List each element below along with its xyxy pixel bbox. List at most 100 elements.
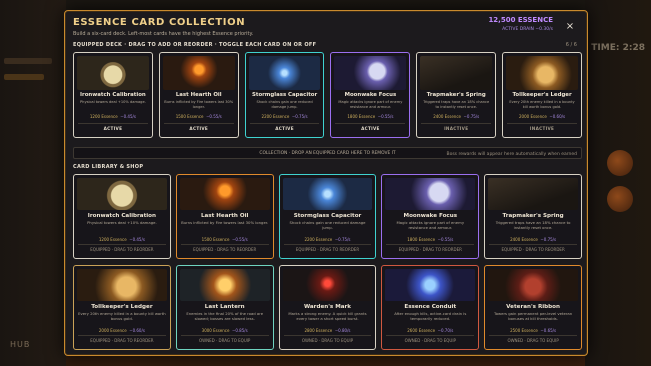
essence-card-modal: ESSENCE CARD COLLECTION Build a six-card… (64, 10, 588, 356)
card-name: Veteran's Ribbon (506, 304, 561, 310)
card-price: 2600 Essence −0.70/s (382, 328, 478, 333)
card-description: Triggered traps have an 18% chance to in… (423, 100, 490, 109)
card-drain: −0.45/s (120, 114, 136, 119)
card-art-oil-icon (179, 178, 270, 210)
left-bar (4, 58, 52, 64)
modal-title: ESSENCE CARD COLLECTION (73, 17, 246, 28)
card-cost: 3000 Essence (201, 328, 230, 333)
card-price: 2200 Essence −0.75/s (280, 237, 376, 242)
card-description: Physical towers deal +10% damage. (87, 220, 157, 225)
card-toggle[interactable]: ACTIVE (249, 123, 320, 133)
card-art-moon-icon (385, 178, 476, 210)
card-price: 1800 Essence −0.55/s (382, 237, 478, 242)
card-library: Ironwatch Calibration Physical towers dea… (73, 174, 582, 350)
card-description: Enemies in the final 20% of the road are… (186, 311, 264, 321)
card-art-clock-icon (77, 56, 149, 90)
card-description: Shock chains gain one reduced damage jum… (256, 100, 313, 109)
card-cost: 1800 Essence (407, 237, 436, 242)
equipped-card-stormglass-capacitor[interactable]: Stormglass Capacitor Shock chains gain on… (244, 52, 325, 138)
card-art-lantern-icon (179, 269, 270, 301)
card-drain: −0.85/s (232, 328, 248, 333)
active-drain: ACTIVE DRAIN −0.30/s (502, 27, 553, 32)
card-price: 2400 Essence −0.75/s (485, 237, 581, 242)
timer-text: TIME: 2:28 (591, 43, 645, 53)
card-art-trap-icon (488, 178, 578, 210)
library-card-veteran-s-ribbon[interactable]: Veteran's Ribbon Towers gain permanent pe… (484, 265, 582, 350)
card-name: Moonwake Focus (403, 213, 458, 219)
left-side-panel: HUB (0, 0, 66, 366)
card-name: Last Hearth Oil (175, 92, 222, 98)
card-cost: 2400 Essence (510, 237, 538, 242)
card-name: Trapmaker's Spring (426, 92, 486, 98)
card-toggle[interactable]: INACTIVE (421, 123, 492, 133)
card-drain: −0.75/s (334, 237, 351, 242)
card-status: EQUIPPED · DRAG TO REORDER (78, 335, 166, 345)
library-card-last-hearth-oil[interactable]: Last Hearth Oil Burns inflicted by Fire t… (175, 174, 274, 259)
library-section-label: CARD LIBRARY & SHOP (73, 164, 144, 170)
card-description: Marks a strong enemy. A quick kill grant… (288, 311, 367, 321)
card-cost: 1500 Essence (201, 237, 230, 242)
card-art-trap-icon (420, 56, 493, 90)
card-status: OWNED · DRAG TO EQUIP (489, 335, 577, 345)
card-drain: −0.55/s (232, 237, 248, 242)
equipped-count: 6 / 6 (565, 42, 577, 48)
card-price: 2400 Essence −0.75/s (417, 114, 495, 119)
card-toggle[interactable]: ACTIVE (335, 123, 406, 133)
library-card-warden-s-mark[interactable]: Warden's Mark Marks a strong enemy. A qui… (278, 265, 377, 350)
library-note: Boss rewards will appear here automatica… (446, 152, 578, 157)
library-card-stormglass-capacitor[interactable]: Stormglass Capacitor Shock chains gain on… (278, 174, 377, 259)
library-card-tollkeeper-s-ledger[interactable]: Tollkeeper's Ledger Every 20th enemy kill… (73, 265, 171, 350)
card-drain: −0.75/s (463, 114, 480, 119)
card-cost: 2000 Essence (98, 328, 127, 333)
card-price: 1500 Essence −0.55/s (177, 237, 273, 242)
card-drain: −0.70/s (437, 328, 454, 333)
orb-icon (607, 186, 633, 212)
card-description: Burns inflicted by Fire towers last 30% … (181, 220, 269, 225)
card-cost: 2200 Essence (261, 114, 290, 119)
equipped-card-last-hearth-oil[interactable]: Last Hearth Oil Burns inflicted by Fire t… (158, 52, 239, 138)
card-cost: 2500 Essence (510, 328, 538, 333)
card-status: EQUIPPED · DRAG TO REORDER (180, 244, 269, 254)
card-toggle[interactable]: ACTIVE (163, 123, 234, 133)
card-price: 3000 Essence −0.85/s (177, 328, 273, 333)
card-price: 2500 Essence −0.65/s (485, 328, 581, 333)
library-card-last-lantern[interactable]: Last Lantern Enemies in the final 20% of … (175, 265, 274, 350)
library-card-trapmaker-s-spring[interactable]: Trapmaker's Spring Triggered traps have a… (484, 174, 582, 259)
equipped-section-label: EQUIPPED DECK · DRAG TO ADD OR REORDER ·… (73, 42, 317, 48)
card-status: OWNED · DRAG TO EQUIP (283, 335, 372, 345)
card-description: Magic attacks ignore part of enemy resis… (338, 100, 403, 109)
card-drain: −0.75/s (540, 237, 557, 242)
card-cost: 2000 Essence (519, 114, 547, 119)
card-status: EQUIPPED · DRAG TO REORDER (386, 244, 475, 254)
library-card-essence-conduit[interactable]: Essence Conduit After enough kills, activ… (381, 265, 480, 350)
card-drain: −0.55/s (437, 237, 454, 242)
equipped-card-trapmaker-s-spring[interactable]: Trapmaker's Spring Triggered traps have a… (416, 52, 497, 138)
library-card-ironwatch-calibration[interactable]: Ironwatch Calibration Physical towers dea… (73, 174, 171, 259)
card-status: EQUIPPED · DRAG TO REORDER (489, 244, 577, 254)
card-art-ledger-icon (77, 269, 167, 301)
card-price: 1800 Essence −0.55/s (331, 114, 409, 119)
equipped-card-ironwatch-calibration[interactable]: Ironwatch Calibration Physical towers dea… (73, 52, 153, 138)
card-toggle[interactable]: ACTIVE (78, 123, 148, 133)
close-button[interactable]: × (563, 20, 577, 34)
left-tag: HUB (10, 340, 31, 349)
card-name: Warden's Mark (303, 304, 352, 310)
card-name: Essence Conduit (404, 304, 457, 310)
card-cost: 1200 Essence (98, 237, 127, 242)
library-card-moonwake-focus[interactable]: Moonwake Focus Magic attacks ignore part … (381, 174, 480, 259)
card-name: Stormglass Capacitor (293, 213, 362, 219)
card-toggle[interactable]: INACTIVE (507, 123, 577, 133)
card-art-ribbon-icon (488, 269, 578, 301)
equipped-card-tollkeeper-s-ledger[interactable]: Tollkeeper's Ledger Every 20th enemy kill… (502, 52, 582, 138)
card-price: 2800 Essence −0.80/s (280, 328, 376, 333)
card-art-storm-icon (282, 178, 373, 210)
card-name: Last Lantern (204, 304, 245, 310)
equipped-deck: Ironwatch Calibration Physical towers dea… (73, 52, 582, 138)
card-description: Triggered traps have an 18% chance to in… (495, 220, 571, 230)
card-description: After enough kills, active-card drain is… (394, 311, 467, 321)
card-art-clock-icon (77, 178, 167, 210)
card-art-oil-icon (162, 56, 235, 90)
card-description: Physical towers deal +10% damage. (80, 100, 146, 104)
card-description: Magic attacks ignore part of enemy resis… (396, 220, 465, 230)
equipped-card-moonwake-focus[interactable]: Moonwake Focus Magic attacks ignore part … (330, 52, 411, 138)
